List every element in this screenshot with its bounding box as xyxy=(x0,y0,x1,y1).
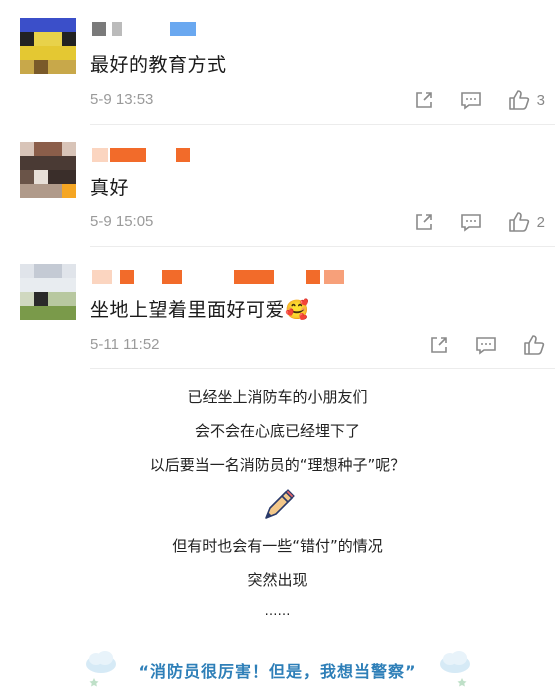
story-line: 已经坐上消防车的小朋友们 xyxy=(187,388,368,406)
comment-button[interactable] xyxy=(475,335,497,355)
like-button[interactable]: 3 xyxy=(508,89,545,111)
divider xyxy=(90,368,555,369)
story-line: 会不会在心底已经埋下了 xyxy=(194,422,360,440)
comment-date: 5-9 13:53 xyxy=(90,91,154,108)
comment-icon xyxy=(476,337,496,355)
like-icon xyxy=(508,90,529,110)
comment-date: 5-9 15:05 xyxy=(90,213,154,230)
like-icon xyxy=(508,212,529,232)
like-button[interactable]: 2 xyxy=(508,211,545,233)
share-button[interactable] xyxy=(414,90,434,110)
comment-icon xyxy=(460,214,481,232)
pencil-icon xyxy=(262,488,296,522)
comment-text: 最好的教育方式 xyxy=(90,54,227,76)
comment-button[interactable] xyxy=(460,212,482,232)
like-count: 2 xyxy=(536,213,545,231)
avatar[interactable] xyxy=(20,18,76,74)
share-button[interactable] xyxy=(414,212,434,232)
share-icon xyxy=(431,337,447,353)
like-icon xyxy=(524,335,545,355)
avatar[interactable] xyxy=(20,264,76,320)
comment-text: 真好 xyxy=(90,177,130,199)
like-count: 3 xyxy=(536,91,545,109)
quote-banner: “消防员很厉害！但是，我想当警察” xyxy=(0,648,555,688)
share-icon xyxy=(415,92,432,108)
share-icon xyxy=(415,214,432,230)
story-line: 突然出现 xyxy=(247,571,308,589)
comment-actions: 2 xyxy=(388,210,545,234)
comment-date: 5-11 11:52 xyxy=(90,336,160,353)
story-line: …… xyxy=(264,604,291,619)
cloud-icon xyxy=(438,648,472,692)
divider xyxy=(90,124,555,125)
comment-icon xyxy=(460,92,481,110)
comment-actions xyxy=(403,333,545,357)
comment-text: 坐地上望着里面好可爱🥰 xyxy=(90,299,310,321)
comment-actions: 3 xyxy=(388,88,545,112)
avatar[interactable] xyxy=(20,142,76,198)
story-line: 以后要当一名消防员的“理想种子”呢？ xyxy=(149,456,406,474)
comment-button[interactable] xyxy=(460,90,482,110)
like-button[interactable] xyxy=(523,334,545,356)
divider xyxy=(90,246,555,247)
story-line: 但有时也会有一些“错付”的情况 xyxy=(172,537,383,555)
share-button[interactable] xyxy=(429,335,449,355)
